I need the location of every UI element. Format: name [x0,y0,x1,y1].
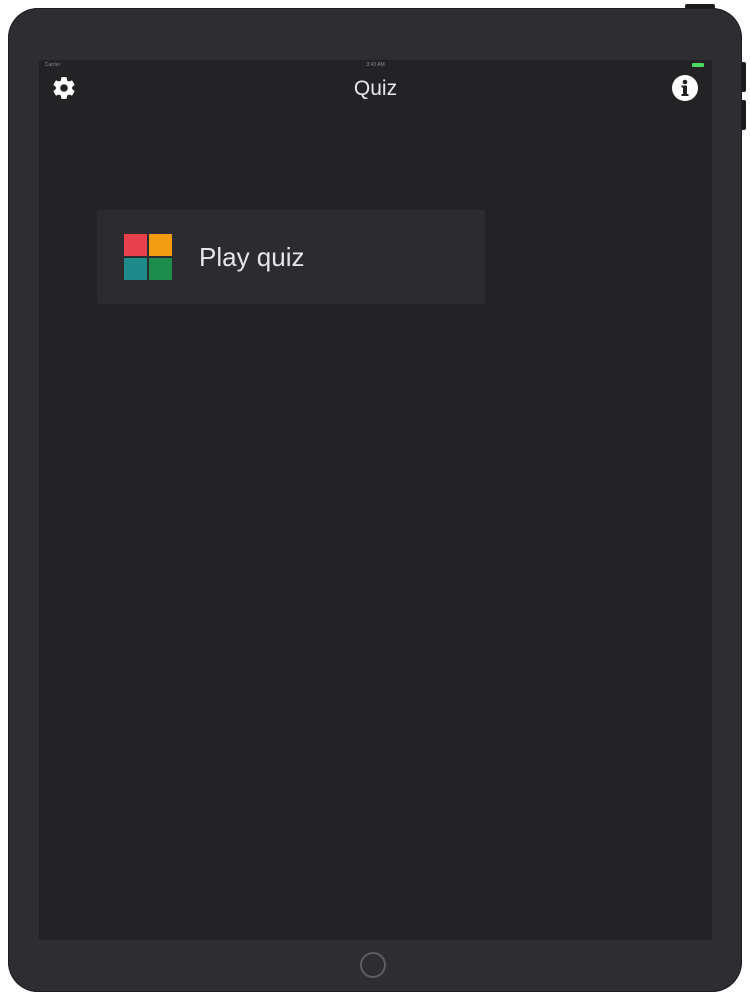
app-screen: Carrier 3:43 AM Quiz Play quiz [39,60,712,940]
quiz-grid-tile-teal [124,258,147,280]
status-bar: Carrier 3:43 AM [39,60,712,70]
quiz-grid-tile-red [124,234,147,256]
navigation-bar: Quiz [39,70,712,110]
page-title: Quiz [353,77,398,100]
battery-icon [692,63,704,67]
quiz-grid-tile-orange [149,234,172,256]
quiz-grid-icon [124,234,172,280]
play-quiz-button[interactable]: Play quiz [97,210,485,304]
play-quiz-label: Play quiz [199,242,305,272]
home-button[interactable] [360,952,386,978]
quiz-grid-tile-green [149,258,172,280]
info-button[interactable] [671,74,699,102]
info-icon [672,75,698,101]
clock-label: 3:43 AM [366,62,385,68]
